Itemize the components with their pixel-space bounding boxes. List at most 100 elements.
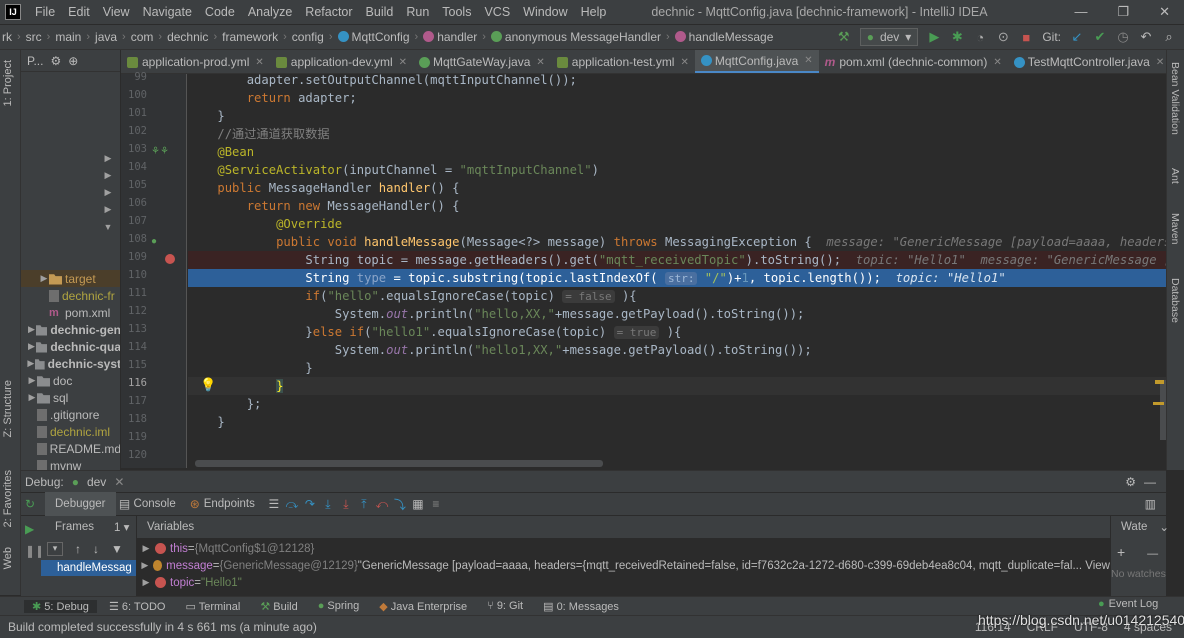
- build-hammer-icon[interactable]: ⚒: [837, 29, 851, 45]
- event-log[interactable]: ● Event Log: [1098, 598, 1158, 610]
- collapsed-icon[interactable]: ▶: [27, 341, 36, 352]
- git-rollback-icon[interactable]: ↶: [1139, 29, 1153, 45]
- git-commit-icon[interactable]: ✔: [1093, 29, 1107, 45]
- menu-vcs[interactable]: VCS: [478, 5, 517, 19]
- tab-debugger[interactable]: Debugger: [45, 492, 116, 516]
- collapsed-icon[interactable]: ▶: [27, 392, 37, 403]
- collapsed-icon[interactable]: ▶: [103, 170, 113, 181]
- bean-gutter-icon[interactable]: ⚘⚘: [151, 146, 169, 157]
- tree-item[interactable]: ▶: [21, 201, 120, 218]
- breadcrumb-item[interactable]: MqttConfig: [336, 30, 412, 44]
- pause-icon[interactable]: ❚❚: [21, 536, 45, 558]
- close-icon[interactable]: ✕: [680, 57, 688, 68]
- editor-vertical-scrollbar[interactable]: [1160, 380, 1166, 440]
- tool-favorites[interactable]: 2: Favorites: [2, 470, 14, 527]
- settings-icon[interactable]: ⚙: [50, 54, 61, 68]
- restore-icon[interactable]: ❐: [1117, 4, 1129, 20]
- tool-maven[interactable]: Maven: [1169, 213, 1181, 245]
- variable-row[interactable]: ▶ message = {GenericMessage@12129} "Gener…: [137, 557, 1110, 574]
- breadcrumb-item[interactable]: main: [53, 30, 83, 44]
- tree-item[interactable]: ▶: [21, 184, 120, 201]
- debug-icon[interactable]: ✱: [950, 29, 964, 45]
- bottom-tab[interactable]: ▤ 0: Messages: [535, 600, 627, 613]
- bottom-tab[interactable]: ● Spring: [310, 600, 368, 612]
- evaluate-icon[interactable]: ▦: [409, 497, 427, 511]
- breadcrumb-item[interactable]: config: [290, 30, 326, 44]
- collapsed-icon[interactable]: ▶: [137, 577, 155, 588]
- trace-icon[interactable]: ≡: [427, 497, 445, 511]
- bottom-tab[interactable]: ⚒ Build: [252, 600, 305, 613]
- step-over-icon[interactable]: ↷: [301, 497, 319, 511]
- tree-item[interactable]: ▶ dechnic-gen: [21, 321, 120, 338]
- tree-item[interactable]: ▶ target: [21, 270, 120, 287]
- layout-icon[interactable]: ▥: [1145, 497, 1166, 511]
- tree-item[interactable]: README.md: [21, 440, 120, 457]
- close-icon[interactable]: ✕: [536, 57, 544, 68]
- menu-file[interactable]: File: [29, 5, 62, 19]
- variable-row[interactable]: ▶ this = {MqttConfig$1@12128}: [137, 540, 1110, 557]
- force-step-into-icon[interactable]: ⤓: [337, 497, 355, 512]
- locate-icon[interactable]: ⊕: [68, 54, 78, 68]
- collapsed-icon[interactable]: ▶: [103, 153, 113, 164]
- menu-code[interactable]: Code: [199, 5, 242, 19]
- rerun-icon[interactable]: ↻: [21, 497, 39, 511]
- bottom-tab[interactable]: ☰ 6: TODO: [101, 600, 174, 613]
- variable-row[interactable]: ▶ topic = "Hello1": [137, 574, 1110, 591]
- editor-tab[interactable]: MqttGateWay.java ✕: [413, 50, 551, 73]
- tool-project[interactable]: 1: Project: [2, 60, 14, 106]
- tree-item[interactable]: ▶: [21, 150, 120, 167]
- gear-icon[interactable]: ⚙: [1125, 475, 1136, 489]
- breadcrumb-item[interactable]: java: [93, 30, 119, 44]
- tree-item[interactable]: dechnic-fr: [21, 287, 120, 304]
- bottom-tab[interactable]: ◆ Java Enterprise: [371, 600, 475, 613]
- menu-window[interactable]: Window: [517, 5, 574, 19]
- run-to-cursor-icon[interactable]: ⤵: [391, 496, 409, 513]
- code-editor[interactable]: adapter.setOutputChannel(mqttInputChanne…: [188, 74, 1166, 468]
- tree-item[interactable]: ▶ doc: [21, 372, 120, 389]
- tree-item[interactable]: .gitignore: [21, 406, 120, 423]
- editor-tab[interactable]: TestMqttController.java ✕: [1008, 50, 1166, 73]
- bottom-tab[interactable]: ▭ Terminal: [177, 600, 248, 613]
- close-icon[interactable]: ✕: [399, 57, 407, 68]
- breadcrumb-item[interactable]: dechnic: [165, 30, 210, 44]
- tree-item[interactable]: ▶ dechnic-qua: [21, 338, 120, 355]
- tool-ant[interactable]: Ant: [1169, 168, 1181, 184]
- breakpoint-icon[interactable]: [165, 254, 175, 264]
- stop-icon[interactable]: ■: [1019, 30, 1033, 45]
- menu-navigate[interactable]: Navigate: [137, 5, 199, 19]
- bottom-tab[interactable]: ✱ 5: Debug: [24, 599, 97, 613]
- tab-console[interactable]: Console: [134, 492, 186, 516]
- close-icon[interactable]: ✕: [1156, 57, 1164, 68]
- breadcrumb-item[interactable]: com: [129, 30, 156, 44]
- add-watch-icon[interactable]: + —: [1111, 538, 1166, 560]
- menu-refactor[interactable]: Refactor: [299, 5, 359, 19]
- debug-config-tab[interactable]: dev: [87, 475, 106, 489]
- collapsed-icon[interactable]: ▶: [103, 187, 113, 198]
- step-into-icon[interactable]: ⤓: [319, 497, 337, 512]
- remove-watch-icon[interactable]: —: [1129, 548, 1158, 560]
- coverage-icon[interactable]: ◔: [973, 30, 987, 45]
- tool-structure[interactable]: Z: Structure: [2, 380, 14, 437]
- tab-endpoints[interactable]: Endpoints: [204, 492, 265, 516]
- minimize-icon[interactable]: —: [1074, 4, 1087, 20]
- tree-item[interactable]: ▼: [21, 218, 120, 235]
- menu-build[interactable]: Build: [360, 5, 401, 19]
- close-icon[interactable]: ✕: [255, 57, 263, 68]
- up-icon[interactable]: ↑: [75, 542, 81, 556]
- tree-item[interactable]: mvnw: [21, 457, 120, 470]
- filter-icon[interactable]: ▼: [111, 542, 123, 556]
- tree-item[interactable]: ▶ sql: [21, 389, 120, 406]
- editor-horizontal-scrollbar[interactable]: [195, 460, 603, 467]
- tree-item[interactable]: ▶ dechnic-syst: [21, 355, 120, 372]
- breadcrumb-item[interactable]: handler: [421, 30, 479, 44]
- menu-analyze[interactable]: Analyze: [242, 5, 299, 19]
- close-icon[interactable]: ✕: [804, 55, 812, 66]
- step-out-icon[interactable]: ⤒: [355, 497, 373, 512]
- collapsed-icon[interactable]: ▶: [137, 543, 155, 554]
- close-icon[interactable]: ✕: [1159, 4, 1170, 20]
- project-view-select[interactable]: P...: [27, 54, 43, 68]
- collapsed-icon[interactable]: ▶: [27, 324, 36, 335]
- collapsed-icon[interactable]: ▶: [27, 358, 35, 369]
- tree-item[interactable]: ▶: [21, 167, 120, 184]
- collapsed-icon[interactable]: ▶: [39, 273, 49, 284]
